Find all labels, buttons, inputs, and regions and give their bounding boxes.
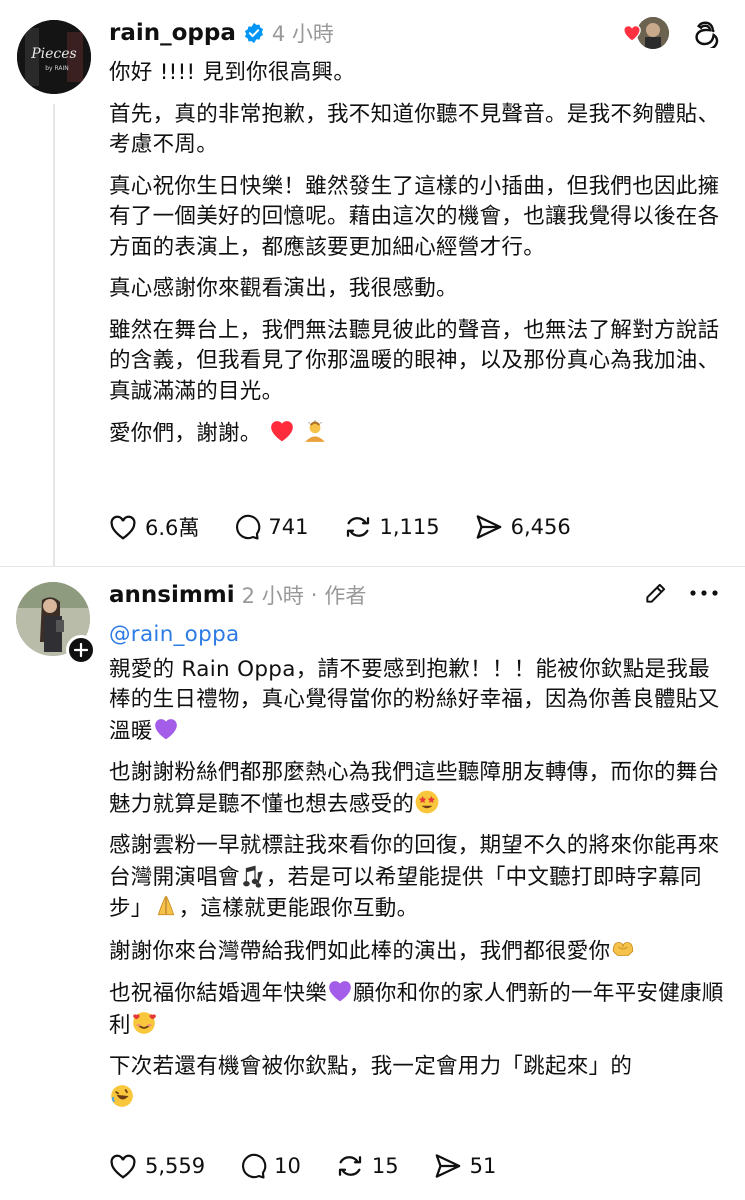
post-paragraph: 首先，真的非常抱歉，我不知道你聽不見聲音。是我不夠體貼、考慮不周。 (109, 101, 720, 158)
meta-separator: · (310, 583, 318, 607)
post-paragraph-text: ，這樣就更能跟你互動。 (178, 896, 419, 921)
heart-icon (110, 515, 136, 540)
author-label: 作者 (324, 584, 367, 608)
liked-by-author-indicator[interactable] (621, 16, 679, 50)
svg-text:by RAIN: by RAIN (45, 65, 69, 72)
post-header: annsimmi 2 小時 · 作者 (109, 578, 366, 612)
post-paragraph: 真心祝你生日快樂！雖然發生了這樣的小插曲，但我們也因此擁有了一個美好的回憶呢。藉… (109, 173, 720, 260)
reply-count: 741 (268, 515, 309, 539)
post-paragraph: 謝謝你來台灣帶給我們如此棒的演出，我們都很愛你 (109, 936, 729, 968)
reply-button[interactable]: 741 (233, 513, 309, 541)
mention-link[interactable]: @rain_oppa (109, 620, 729, 651)
follow-plus-button[interactable] (66, 635, 96, 665)
post-paragraph: 你好 !!!! 見到你很高興。 (109, 60, 356, 85)
post-time: 4 小時 (271, 22, 334, 46)
purple-heart-emoji-icon (154, 718, 177, 739)
thread-line (53, 104, 55, 566)
post-paragraph: 感謝雲粉一早就標註我來看你的回復，期望不久的將來你能再來台灣開演唱會 ，若是可以希… (109, 831, 729, 925)
edit-pencil-icon[interactable] (643, 580, 669, 606)
post-paragraph-text: 也祝福你結婚週年快樂 (109, 981, 328, 1006)
post-paragraph: 下次若還有機會被你欽點，我一定會用力「跳起來」的 (109, 1052, 729, 1114)
red-heart-emoji-icon (270, 421, 293, 442)
post-paragraph-text: 下次若還有機會被你欽點，我一定會用力「跳起來」的 (109, 1054, 633, 1079)
post-paragraph-last: 愛你們，謝謝。 (109, 418, 729, 450)
repost-count: 1,115 (379, 515, 440, 539)
repost-button[interactable]: 15 (335, 1152, 399, 1180)
purple-heart-emoji-icon (329, 981, 351, 1002)
heart-hands-emoji-icon (613, 941, 634, 956)
more-options-icon[interactable] (689, 589, 719, 597)
post-paragraph-text: 謝謝你來台灣帶給我們如此棒的演出，我們都很愛你 (109, 938, 611, 964)
repost-count: 15 (371, 1154, 399, 1178)
repost-icon (338, 1156, 361, 1176)
comment-icon (236, 514, 261, 540)
post-header: rain_oppa 4 小時 (109, 16, 334, 50)
post-paragraph: 也祝福你結婚週年快樂 願你和你的家人們新的一年平安健康順利 (109, 978, 729, 1041)
reply-count: 10 (274, 1154, 301, 1178)
like-count: 6.6萬 (145, 516, 200, 540)
like-count: 5,559 (145, 1154, 206, 1178)
avatar-logo-text: Pieces (30, 46, 77, 62)
post-body: 你好 !!!! 見到你很高興。 首先，真的非常抱歉，我不知道你聽不見聲音。是我不… (109, 58, 729, 461)
send-icon (476, 515, 501, 539)
post-body: @rain_oppa 親愛的 Rain Oppa，請不要感到抱歉！！！能被你欽點… (109, 620, 729, 1125)
comment-icon (242, 1153, 267, 1179)
verified-badge-icon (243, 22, 265, 44)
musical-notes-emoji-icon (243, 865, 263, 888)
post-paragraph: 親愛的 Rain Oppa，請不要感到抱歉！！！能被你欽點是我最棒的生日禮物，真… (109, 655, 729, 748)
post-actions: 5,559 10 15 51 (108, 1152, 530, 1180)
share-button[interactable]: 51 (433, 1152, 497, 1180)
header-actions (643, 580, 719, 606)
repost-icon (346, 517, 369, 537)
smiling-face-with-hearts-emoji-icon (132, 1011, 156, 1034)
star-struck-emoji-icon (415, 790, 439, 813)
send-icon (435, 1154, 460, 1178)
red-heart-icon (623, 25, 641, 42)
post-paragraph: 真心感謝你來觀看演出，我很感動。 (109, 276, 458, 301)
avatar[interactable]: Pieces by RAIN (17, 20, 91, 94)
rolling-on-floor-laughing-emoji-icon (111, 1084, 133, 1107)
reply-button[interactable]: 10 (239, 1152, 301, 1180)
share-count: 6,456 (510, 515, 571, 539)
username[interactable]: rain_oppa (109, 20, 236, 46)
share-count: 51 (469, 1154, 497, 1178)
heart-icon (110, 1154, 136, 1179)
username[interactable]: annsimmi (109, 582, 235, 608)
folded-hands-emoji-icon (157, 896, 174, 916)
divider (0, 566, 745, 567)
post-paragraph-text: 親愛的 Rain Oppa，請不要感到抱歉！！！能被你欽點是我最棒的生日禮物，真… (109, 656, 720, 744)
header-actions (621, 16, 721, 50)
like-button[interactable]: 5,559 (108, 1152, 205, 1180)
post-actions: 6.6萬 741 1,115 6,456 (108, 512, 605, 542)
post-paragraph-text: 愛你們，謝謝。 (109, 421, 262, 446)
post-paragraph: 也謝謝粉絲們都那麼熱心為我們這些聽障朋友轉傳，而你的舞台魅力就算是聽不懂也想去感… (109, 758, 729, 820)
post-paragraph: 雖然在舞台上，我們無法聽見彼此的聲音，也無法了解對方說話的含義，但我看見了你那溫… (109, 317, 720, 404)
post-time: 2 小時 (241, 584, 304, 608)
repost-button[interactable]: 1,115 (343, 513, 440, 541)
like-button[interactable]: 6.6萬 (108, 512, 199, 542)
share-button[interactable]: 6,456 (474, 513, 571, 541)
bowing-person-emoji-icon (305, 420, 325, 442)
threads-logo-icon[interactable] (693, 18, 721, 48)
plus-icon (74, 643, 88, 657)
